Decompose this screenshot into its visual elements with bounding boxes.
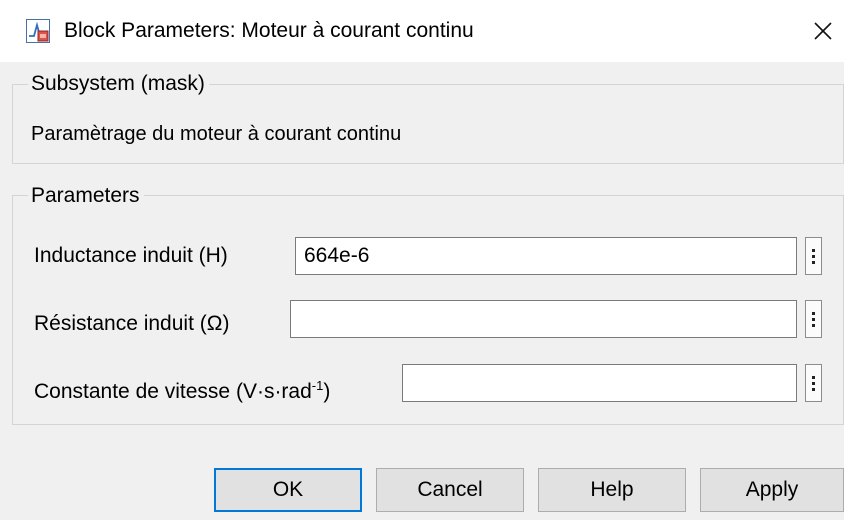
mask-group-label: Subsystem (mask): [28, 71, 209, 97]
simulink-block-icon: [26, 19, 50, 43]
inductance-label: Inductance induit (H): [34, 244, 228, 267]
window-title: Block Parameters: Moteur à courant conti…: [64, 19, 474, 42]
kebab-dot-icon: [812, 254, 815, 258]
resistance-input[interactable]: [290, 300, 797, 338]
resistance-label: Résistance induit (Ω): [34, 312, 230, 335]
speed-constant-label-exponent: -1: [311, 378, 324, 393]
kebab-dot-icon: [812, 381, 815, 385]
speed-constant-label-main: Constante de vitesse (V·s·rad: [34, 380, 312, 403]
speed-constant-label-end: ): [323, 380, 331, 403]
kebab-dot-icon: [812, 311, 815, 315]
speed-constant-label: Constante de vitesse (V·s·rad-1): [34, 372, 330, 406]
parameters-group-label: Parameters: [28, 183, 144, 209]
speed-constant-options-button[interactable]: [805, 364, 822, 402]
inductance-options-button[interactable]: [805, 237, 822, 275]
kebab-dot-icon: [812, 323, 815, 327]
kebab-dot-icon: [812, 317, 815, 321]
apply-button[interactable]: Apply: [700, 468, 844, 512]
kebab-dot-icon: [812, 387, 815, 391]
inductance-input[interactable]: [295, 237, 797, 275]
speed-constant-input[interactable]: [402, 364, 797, 402]
close-icon: [814, 22, 832, 40]
cancel-button[interactable]: Cancel: [376, 468, 524, 512]
kebab-dot-icon: [812, 248, 815, 252]
ok-button[interactable]: OK: [214, 468, 362, 512]
kebab-dot-icon: [812, 260, 815, 264]
mask-description: Paramètrage du moteur à courant continu: [31, 123, 402, 145]
kebab-dot-icon: [812, 375, 815, 379]
resistance-options-button[interactable]: [805, 300, 822, 338]
help-button[interactable]: Help: [538, 468, 686, 512]
title-bar: Block Parameters: Moteur à courant conti…: [0, 0, 844, 62]
close-button[interactable]: [806, 14, 840, 48]
